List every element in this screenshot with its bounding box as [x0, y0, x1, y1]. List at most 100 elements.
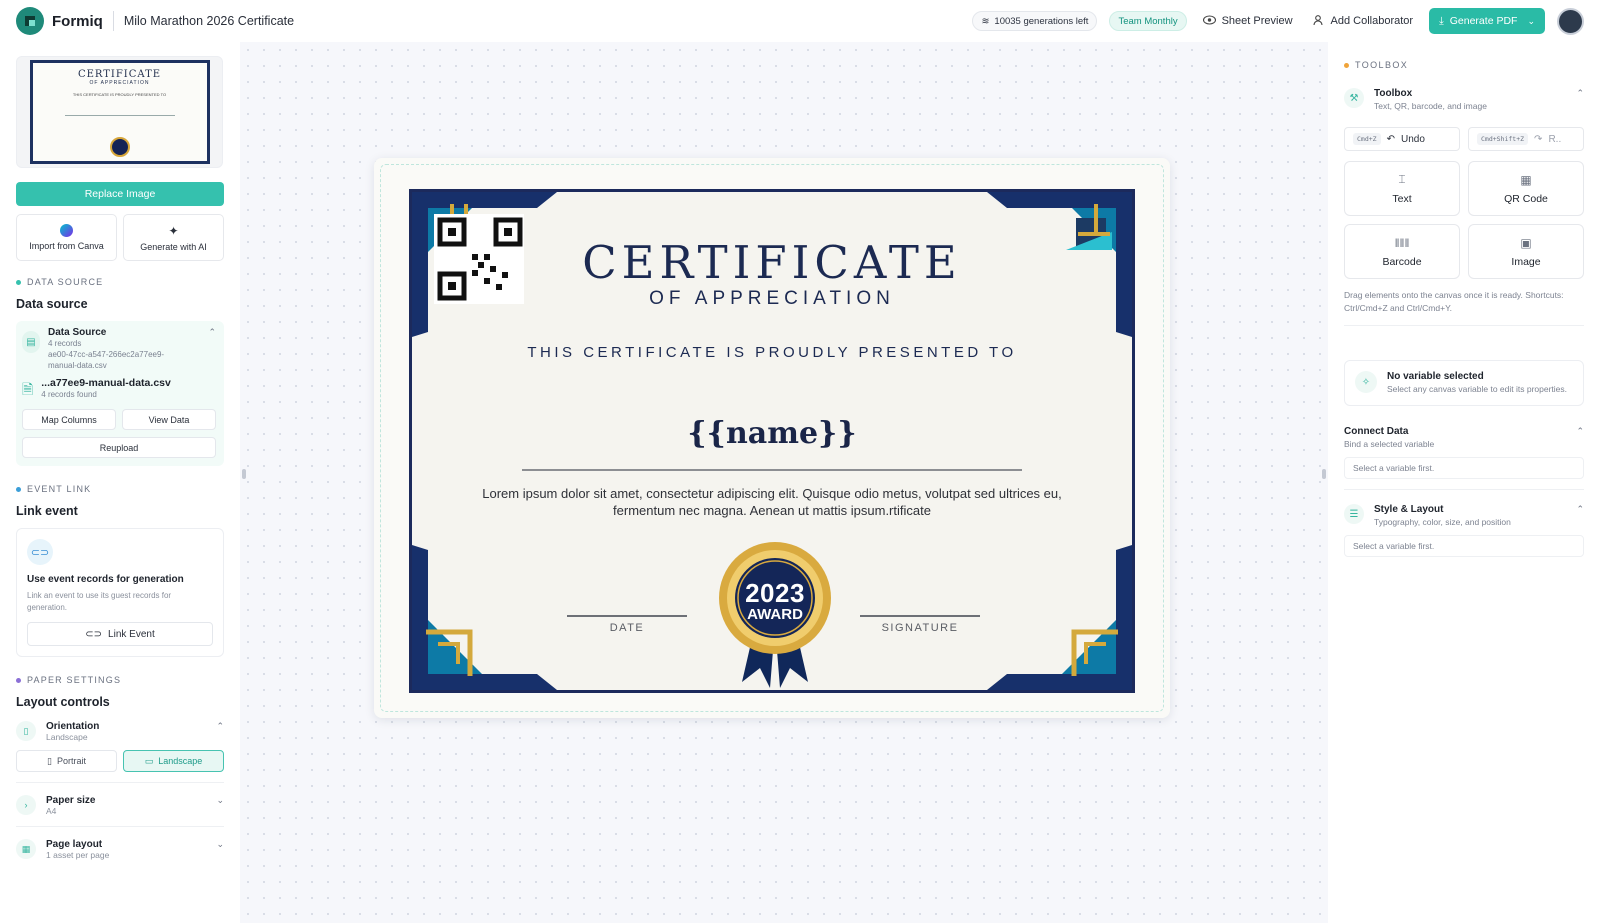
layout-controls-title: Layout controls: [16, 695, 110, 709]
style-layout-select[interactable]: Select a variable first.: [1344, 535, 1584, 557]
award-medal[interactable]: 2023 AWARD: [712, 540, 838, 690]
event-card: ⊂⊃ Use event records for generation Link…: [16, 528, 224, 657]
landscape-button[interactable]: ▭ Landscape: [123, 750, 224, 772]
wrench-icon: ⚒: [1344, 88, 1364, 108]
date-line: [567, 615, 687, 617]
paper-sheet[interactable]: CERTIFICATE OF APPRECIATION THIS CERTIFI…: [374, 158, 1170, 718]
undo-button[interactable]: Cmd+Z ↶ Undo: [1344, 127, 1460, 151]
data-source-header[interactable]: ▤ Data Source 4 records ae00-47cc-a547-2…: [22, 327, 216, 371]
layers-icon: ≋: [981, 15, 990, 27]
certificate-title[interactable]: CERTIFICATE: [412, 236, 1132, 289]
paper-size-row[interactable]: › Paper size A4 ⌄: [16, 795, 224, 816]
left-sidebar: CERTIFICATE OF APPRECIATION THIS CERTIFI…: [0, 42, 240, 923]
divider: [16, 782, 224, 783]
toolbox-header[interactable]: ⚒ Toolbox Text, QR, barcode, and image ⌃: [1344, 88, 1584, 111]
phone-icon: ▯: [16, 721, 36, 741]
download-icon: ⤓: [1439, 14, 1444, 27]
sliders-icon: ☰: [1344, 504, 1364, 524]
barcode-icon: ‖‖‖: [1394, 235, 1410, 250]
generations-badge: ≋ 10035 generations left: [972, 11, 1098, 31]
link-icon: ⊂⊃: [27, 539, 53, 565]
template-thumbnail[interactable]: CERTIFICATE OF APPRECIATION THIS CERTIFI…: [16, 56, 223, 168]
certificate-subtitle[interactable]: OF APPRECIATION: [412, 288, 1132, 310]
thumbnail-divider: [64, 115, 175, 116]
chevron-down-icon[interactable]: ⌄: [1527, 16, 1535, 27]
grid-icon: ▦: [16, 839, 36, 859]
document-title[interactable]: Milo Marathon 2026 Certificate: [124, 14, 294, 28]
chevron-up-icon[interactable]: ⌃: [1576, 88, 1584, 99]
link-event-button[interactable]: ⊂⊃ Link Event: [27, 622, 213, 646]
section-dot-icon: [16, 486, 21, 492]
signature-line: [860, 615, 980, 617]
reupload-button[interactable]: Reupload: [22, 437, 216, 458]
page-layout-row[interactable]: ▦ Page layout 1 asset per page ⌄: [16, 839, 224, 860]
undo-icon: ↶: [1386, 133, 1395, 145]
brand-name: Formiq: [52, 12, 103, 30]
chevron-up-icon[interactable]: ⌃: [1576, 426, 1584, 437]
style-layout-header[interactable]: ☰ Style & Layout Typography, color, size…: [1344, 504, 1584, 527]
image-tool[interactable]: ▣ Image: [1468, 224, 1584, 279]
section-dot-icon: [1344, 62, 1349, 68]
data-source-title: Data source: [16, 297, 88, 311]
view-data-button[interactable]: View Data: [122, 409, 216, 430]
design-canvas[interactable]: CERTIFICATE OF APPRECIATION THIS CERTIFI…: [240, 42, 1328, 923]
divider: [112, 11, 114, 31]
map-columns-button[interactable]: Map Columns: [22, 409, 116, 430]
eye-icon: [1202, 14, 1216, 28]
name-variable[interactable]: {{name}}: [412, 416, 1132, 451]
top-bar: Formiq Milo Marathon 2026 Certificate ≋ …: [0, 0, 1600, 42]
landscape-icon: ▭: [144, 755, 154, 766]
presented-to-text[interactable]: THIS CERTIFICATE IS PROUDLY PRESENTED TO: [412, 344, 1132, 361]
date-label[interactable]: DATE: [567, 622, 687, 634]
chevron-down-icon[interactable]: ⌄: [216, 795, 224, 806]
medal-year: 2023: [745, 578, 805, 608]
toolbox-section-label: TOOLBOX: [1344, 60, 1584, 70]
right-resize-handle[interactable]: [1322, 469, 1326, 479]
left-resize-handle[interactable]: [242, 469, 246, 479]
link-icon: ⊂⊃: [85, 628, 103, 640]
connect-data-header[interactable]: Connect Data Bind a selected variable ⌃: [1344, 426, 1584, 449]
certificate[interactable]: CERTIFICATE OF APPRECIATION THIS CERTIFI…: [409, 189, 1135, 693]
link-event-title: Link event: [16, 504, 78, 518]
generate-ai-button[interactable]: ✦ Generate with AI: [123, 214, 224, 261]
text-cursor-icon: ⌶: [1398, 172, 1406, 186]
name-underline: [522, 469, 1022, 471]
orientation-row[interactable]: ▯ Orientation Landscape ⌃: [16, 721, 224, 742]
chevron-up-icon[interactable]: ⌃: [208, 327, 216, 338]
connect-data-select[interactable]: Select a variable first.: [1344, 457, 1584, 479]
chevron-up-icon[interactable]: ⌃: [1576, 504, 1584, 515]
replace-image-button[interactable]: Replace Image: [16, 182, 224, 206]
redo-button[interactable]: Cmd+Shift+Z ↷ R..: [1468, 127, 1584, 151]
qr-code-icon: ▦: [1520, 172, 1532, 187]
sheet-preview-button[interactable]: Sheet Preview: [1199, 14, 1297, 28]
certificate-body-text[interactable]: Lorem ipsum dolor sit amet, consectetur …: [482, 485, 1062, 519]
qr-code-tool[interactable]: ▦ QR Code: [1468, 161, 1584, 216]
portrait-button[interactable]: ▯ Portrait: [16, 750, 117, 772]
barcode-tool[interactable]: ‖‖‖ Barcode: [1344, 224, 1460, 279]
formiq-logo-icon[interactable]: [16, 7, 44, 35]
chevron-up-icon[interactable]: ⌃: [216, 721, 224, 732]
toolbox-help-text: Drag elements onto the canvas once it is…: [1344, 290, 1564, 313]
thumbnail-medal: [109, 137, 130, 157]
text-tool[interactable]: ⌶ Text: [1344, 161, 1460, 216]
plan-badge: Team Monthly: [1109, 11, 1187, 31]
right-sidebar: TOOLBOX ⚒ Toolbox Text, QR, barcode, and…: [1328, 42, 1600, 923]
paper-settings-section-label: PAPER SETTINGS: [16, 675, 224, 685]
user-plus-icon: [1312, 14, 1325, 29]
corner-ornament-bottom-left: [412, 545, 557, 690]
divider: [16, 826, 224, 827]
chevron-right-icon: ›: [16, 795, 36, 815]
file-icon: ▤: [22, 331, 40, 353]
sparkle-icon: ✧: [1355, 371, 1377, 393]
add-collaborator-button[interactable]: Add Collaborator: [1309, 14, 1418, 29]
signature-label[interactable]: SIGNATURE: [860, 622, 980, 634]
medal-word: AWARD: [747, 606, 803, 623]
section-dot-icon: [16, 279, 21, 285]
portrait-icon: ▯: [47, 755, 52, 766]
data-source-section-label: DATA SOURCE: [16, 277, 224, 287]
generate-pdf-button[interactable]: ⤓ Generate PDF ⌄: [1429, 8, 1545, 34]
divider: [1344, 325, 1584, 326]
chevron-down-icon[interactable]: ⌄: [216, 839, 224, 850]
avatar[interactable]: [1557, 7, 1584, 35]
import-canva-button[interactable]: Import from Canva: [16, 214, 117, 261]
